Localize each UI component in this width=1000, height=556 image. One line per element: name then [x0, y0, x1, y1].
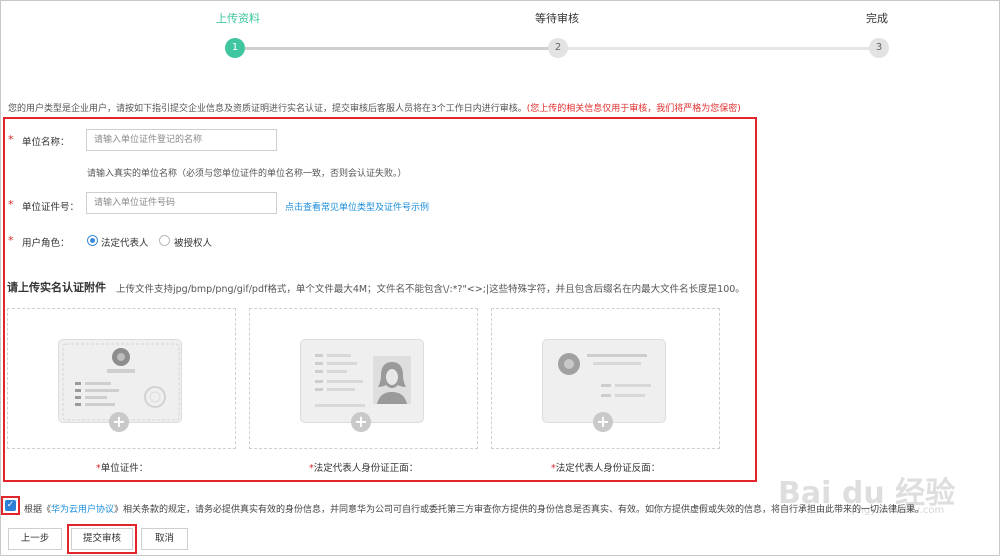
agreement-text: 根据《华为云用户协议》相关条款的规定，请务必提供真实有效的身份信息，并同意华为公… — [24, 505, 925, 515]
role-radio-authorized[interactable] — [159, 235, 170, 246]
org-name-hint: 请输入真实的单位名称（必须与您单位证件的单位名称一致，否则会认证失败。） — [87, 169, 407, 179]
step-connector-2 — [568, 47, 878, 50]
add-icon[interactable]: + — [593, 412, 613, 432]
step-circle-3: 3 — [869, 38, 889, 58]
step-label-upload: 上传资料 — [216, 12, 260, 25]
role-radio-legal-rep[interactable] — [87, 235, 98, 246]
required-mark: * — [8, 133, 14, 146]
card-caption-id-back: *法定代表人身份证反面： — [551, 463, 661, 474]
required-mark: * — [8, 198, 14, 211]
upload-card-business-license[interactable]: + — [7, 308, 236, 449]
step-circle-1: 1 — [225, 38, 245, 58]
business-license-icon — [58, 339, 182, 423]
add-icon[interactable]: + — [109, 412, 129, 432]
org-name-label: 单位名称： — [22, 137, 70, 148]
add-icon[interactable]: + — [351, 412, 371, 432]
id-card-front-icon — [300, 339, 424, 423]
required-mark: * — [8, 234, 14, 247]
upload-card-id-back[interactable]: + — [491, 308, 720, 449]
user-agreement-link[interactable]: 华为云用户协议 — [51, 505, 114, 515]
cancel-button[interactable]: 取消 — [141, 528, 188, 550]
step-connector-1 — [245, 47, 558, 50]
agreement-checkbox[interactable]: ✓ — [5, 500, 16, 511]
org-id-input[interactable] — [86, 192, 277, 214]
id-card-back-icon — [542, 339, 666, 423]
intro-text: 您的用户类型是企业用户，请按如下指引提交企业信息及资质证明进行实名认证，提交审核… — [8, 101, 741, 114]
step-label-review: 等待审核 — [535, 12, 579, 25]
role-label: 用户角色： — [22, 238, 70, 249]
org-id-example-link[interactable]: 点击查看常见单位类型及证件号示例 — [285, 200, 429, 213]
upload-card-id-front[interactable]: + — [249, 308, 478, 449]
role-option-legal-rep[interactable]: 法定代表人 — [101, 235, 149, 249]
step-circle-2: 2 — [548, 38, 568, 58]
org-id-label: 单位证件号： — [22, 202, 80, 213]
submit-review-button[interactable]: 提交审核 — [71, 528, 133, 550]
org-name-input[interactable] — [86, 129, 277, 151]
intro-warning: (您上传的相关信息仅用于审核，我们将严格为您保密) — [526, 104, 741, 114]
upload-section-title: 请上传实名认证附件 — [7, 281, 106, 294]
role-option-authorized[interactable]: 被授权人 — [174, 235, 212, 249]
card-caption-id-front: *法定代表人身份证正面： — [309, 463, 419, 474]
step-label-done: 完成 — [866, 12, 888, 25]
prev-step-button[interactable]: 上一步 — [8, 528, 62, 550]
upload-description: 上传文件支持jpg/bmp/png/gif/pdf格式，单个文件最大4M；文件名… — [116, 284, 745, 295]
card-caption-business-license: *单位证件： — [96, 463, 149, 474]
intro-main: 您的用户类型是企业用户，请按如下指引提交企业信息及资质证明进行实名认证，提交审核… — [8, 104, 527, 114]
